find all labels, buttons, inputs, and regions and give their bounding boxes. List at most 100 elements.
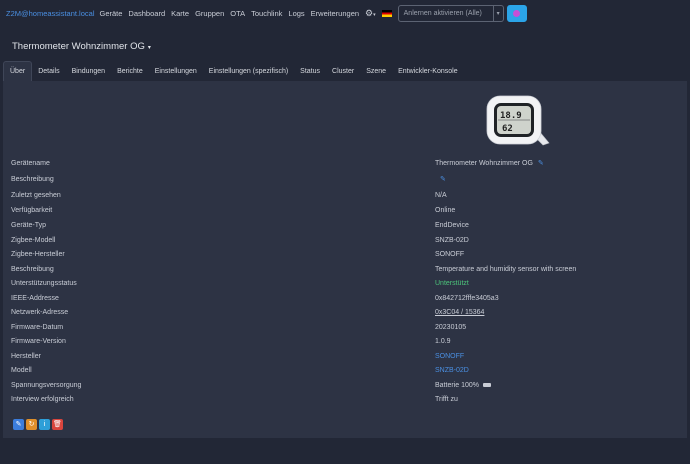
- device-name-value: Thermometer Wohnzimmer OG: [435, 160, 533, 167]
- field-value-device-name: Thermometer Wohnzimmer OG ✎: [435, 157, 544, 171]
- field-value: N/A: [435, 192, 447, 199]
- tab-about[interactable]: Über: [3, 61, 33, 81]
- field-row-ieee-address: IEEE-Addresse 0x842712fffe3405a3: [3, 292, 687, 306]
- nav-link-logs[interactable]: Logs: [288, 9, 304, 18]
- network-address-value[interactable]: 0x3C04 / 15364: [435, 306, 484, 320]
- field-label: Firmware-Datum: [11, 324, 64, 331]
- settings-gear-icon[interactable]: ⚙▾: [365, 8, 376, 19]
- field-label: Beschreibung: [11, 266, 54, 273]
- chevron-down-icon: ▾: [147, 45, 151, 51]
- interview-button[interactable]: i: [39, 419, 50, 430]
- vendor-link[interactable]: SONOFF: [435, 350, 464, 364]
- field-label: Unterstützungsstatus: [11, 280, 77, 287]
- field-row-model: Modell SNZB-02D: [3, 364, 687, 378]
- field-row-description: Beschreibung ✎: [3, 173, 687, 187]
- nav-link-dashboard[interactable]: Dashboard: [128, 9, 165, 18]
- refresh-icon: ↻: [28, 421, 35, 428]
- support-status-value: Unterstützt: [435, 280, 469, 287]
- field-value: Trifft zu: [435, 396, 458, 403]
- field-label: Beschreibung: [11, 176, 54, 183]
- field-label: Gerätename: [11, 160, 50, 167]
- nav-link-extensions[interactable]: Erweiterungen: [311, 9, 359, 18]
- top-navbar: Z2M@homeassistant.local Geräte Dashboard…: [0, 0, 690, 26]
- chevron-down-icon: ▾: [496, 10, 500, 17]
- german-flag-icon[interactable]: [381, 9, 392, 17]
- field-row-availability: Verfügbarkeit Online: [3, 204, 687, 218]
- nav-link-ota[interactable]: OTA: [230, 9, 245, 18]
- permit-join-label: Anlernen aktivieren (Alle): [403, 9, 482, 17]
- remove-button[interactable]: 🗑: [52, 419, 63, 430]
- nav-link-touchlink[interactable]: Touchlink: [251, 9, 282, 18]
- device-actions: ✎ ↻ i 🗑: [13, 419, 65, 430]
- power-source-value: Batterie 100%: [435, 382, 479, 389]
- device-image: 18.9 62: [486, 95, 550, 146]
- device-humidity-reading: 62: [502, 124, 513, 134]
- field-label: Spannungsversorgung: [11, 382, 82, 389]
- field-label: Modell: [11, 367, 32, 374]
- field-label: Netzwerk-Adresse: [11, 309, 69, 316]
- field-value-power: Batterie 100%: [435, 379, 491, 393]
- brand-link[interactable]: Z2M@homeassistant.local: [6, 9, 94, 18]
- permit-join-button[interactable]: Anlernen aktivieren (Alle): [397, 4, 494, 22]
- field-row-zigbee-manufacturer: Zigbee-Hersteller SONOFF: [3, 248, 687, 262]
- edit-icon[interactable]: ✎: [440, 173, 446, 187]
- tab-settings-specific[interactable]: Einstellungen (spezifisch): [203, 61, 294, 81]
- tab-state[interactable]: Status: [294, 61, 326, 81]
- permit-join-dropdown-toggle[interactable]: ▾: [493, 4, 504, 22]
- field-label: Zigbee-Hersteller: [11, 251, 65, 258]
- field-value: 0x842712fffe3405a3: [435, 295, 499, 302]
- device-temp-reading: 18.9: [500, 111, 522, 121]
- field-label: Geräte-Typ: [11, 222, 47, 229]
- field-value-description: ✎: [435, 173, 446, 187]
- nav-link-groups[interactable]: Gruppen: [195, 9, 224, 18]
- field-value: 20230105: [435, 324, 467, 331]
- field-label: Zuletzt gesehen: [11, 192, 61, 199]
- edit-icon[interactable]: ✎: [538, 157, 544, 171]
- field-row-device-name: Gerätename Thermometer Wohnzimmer OG ✎: [3, 157, 687, 171]
- tab-reporting[interactable]: Berichte: [111, 61, 149, 81]
- field-value: EndDevice: [435, 222, 469, 229]
- info-icon: i: [43, 421, 46, 428]
- field-value: 1.0.9: [435, 338, 451, 345]
- field-row-support-status: Unterstützungsstatus Unterstützt: [3, 277, 687, 291]
- model-link[interactable]: SNZB-02D: [435, 364, 469, 378]
- field-row-device-type: Geräte-Typ EndDevice: [3, 219, 687, 233]
- field-row-last-seen: Zuletzt gesehen N/A: [3, 189, 687, 203]
- field-row-power-source: Spannungsversorgung Batterie 100%: [3, 379, 687, 393]
- field-label: Zigbee-Modell: [11, 237, 56, 244]
- tab-bindings[interactable]: Bindungen: [66, 61, 111, 81]
- device-selector[interactable]: Thermometer Wohnzimmer OG ▾: [12, 41, 151, 52]
- tab-details[interactable]: Details: [32, 61, 65, 81]
- nav-link-map[interactable]: Karte: [171, 9, 189, 18]
- tab-dev-console[interactable]: Entwickler-Konsole: [392, 61, 464, 81]
- field-label: Hersteller: [11, 353, 41, 360]
- field-row-network-address: Netzwerk-Adresse 0x3C04 / 15364: [3, 306, 687, 320]
- field-row-model-description: Beschreibung Temperature and humidity se…: [3, 263, 687, 277]
- field-value: Online: [435, 207, 456, 214]
- field-label: Verfügbarkeit: [11, 207, 53, 214]
- reconfigure-button[interactable]: ↻: [26, 419, 37, 430]
- field-label: Interview erfolgreich: [11, 396, 74, 403]
- edit-icon: ✎: [15, 421, 22, 428]
- theme-toggle-button[interactable]: [506, 4, 527, 22]
- field-row-zigbee-model: Zigbee-Modell SNZB-02D: [3, 234, 687, 248]
- battery-icon: [482, 383, 491, 388]
- about-panel: 18.9 62 Gerätename Thermometer Wohnzimme…: [3, 81, 687, 438]
- theme-icon: [513, 9, 521, 17]
- field-value: SONOFF: [435, 251, 465, 258]
- field-label: Firmware-Version: [11, 338, 66, 345]
- field-label: IEEE-Addresse: [11, 295, 59, 302]
- field-value: SNZB-02D: [435, 237, 469, 244]
- tab-scene[interactable]: Szene: [360, 61, 392, 81]
- tab-settings[interactable]: Einstellungen: [149, 61, 203, 81]
- field-row-firmware-version: Firmware-Version 1.0.9: [3, 335, 687, 349]
- trash-icon: 🗑: [53, 421, 62, 428]
- tab-clusters[interactable]: Cluster: [326, 61, 360, 81]
- rename-button[interactable]: ✎: [13, 419, 24, 430]
- field-value: Temperature and humidity sensor with scr…: [435, 266, 577, 273]
- field-row-interview: Interview erfolgreich Trifft zu: [3, 393, 687, 407]
- field-row-vendor: Hersteller SONOFF: [3, 350, 687, 364]
- nav-link-devices[interactable]: Geräte: [99, 9, 122, 18]
- device-title: Thermometer Wohnzimmer OG: [12, 41, 145, 52]
- field-row-firmware-date: Firmware-Datum 20230105: [3, 321, 687, 335]
